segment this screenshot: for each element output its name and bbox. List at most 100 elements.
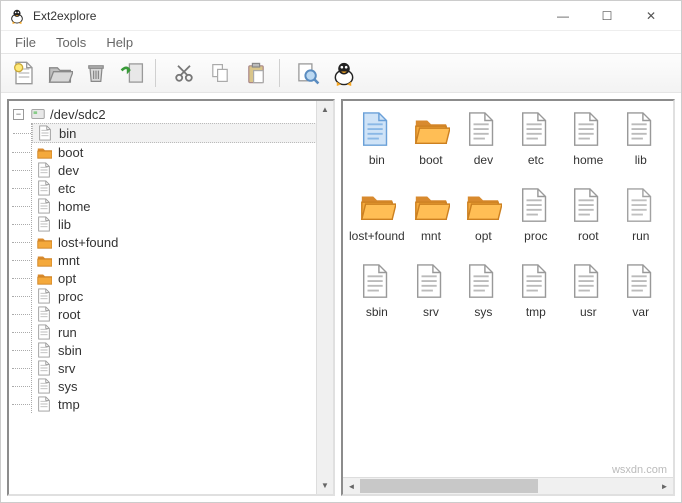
grid-item[interactable]: mnt bbox=[405, 185, 457, 259]
scroll-track[interactable] bbox=[317, 118, 333, 477]
directory-tree[interactable]: − /dev/sdc2 bin boot dev etchomeliblost+fou… bbox=[9, 101, 333, 494]
trash-icon bbox=[84, 61, 108, 85]
close-button[interactable]: ✕ bbox=[629, 1, 673, 31]
menu-file[interactable]: File bbox=[7, 33, 44, 52]
tree-item[interactable]: sys bbox=[32, 377, 331, 395]
new-button[interactable] bbox=[7, 56, 41, 90]
delete-button[interactable] bbox=[79, 56, 113, 90]
paste-icon bbox=[244, 61, 268, 85]
tree-item[interactable]: run bbox=[32, 323, 331, 341]
tree-item-label: root bbox=[58, 307, 80, 322]
grid-item[interactable]: opt bbox=[457, 185, 509, 259]
grid-item[interactable]: dev bbox=[457, 109, 509, 183]
tree-root-label: /dev/sdc2 bbox=[50, 107, 106, 122]
grid-item[interactable]: etc bbox=[510, 109, 562, 183]
file-icon bbox=[36, 162, 52, 178]
scroll-thumb[interactable] bbox=[360, 479, 538, 493]
grid-item[interactable]: srv bbox=[405, 261, 457, 335]
tree-item-label: run bbox=[58, 325, 77, 340]
tree-item[interactable]: etc bbox=[32, 179, 331, 197]
file-icon bbox=[36, 378, 52, 394]
grid-item-label: sys bbox=[474, 305, 492, 319]
scissors-icon bbox=[172, 61, 196, 85]
tree-item[interactable]: dev bbox=[32, 161, 331, 179]
tree-item-label: etc bbox=[58, 181, 75, 196]
maximize-button[interactable]: ☐ bbox=[585, 1, 629, 31]
scroll-up-arrow-icon[interactable]: ▲ bbox=[317, 101, 333, 118]
tree-item[interactable]: lost+found bbox=[32, 233, 331, 251]
grid-item[interactable]: sbin bbox=[349, 261, 405, 335]
grid-item[interactable]: sys bbox=[457, 261, 509, 335]
icon-grid[interactable]: bin boot dev etchome lib lost+found mnt opt proc… bbox=[343, 101, 673, 477]
tree-root[interactable]: − /dev/sdc2 bbox=[11, 105, 331, 123]
folder-icon bbox=[411, 109, 451, 151]
tree-item[interactable]: lib bbox=[32, 215, 331, 233]
grid-item-label: mnt bbox=[421, 229, 441, 243]
tree-item-label: tmp bbox=[58, 397, 80, 412]
folder-icon bbox=[36, 252, 52, 268]
tree-item-label: dev bbox=[58, 163, 79, 178]
tree-item[interactable]: tmp bbox=[32, 395, 331, 413]
tree-item[interactable]: root bbox=[32, 305, 331, 323]
collapse-icon[interactable]: − bbox=[13, 109, 24, 120]
tree-item[interactable]: mnt bbox=[32, 251, 331, 269]
tree-item-label: sbin bbox=[58, 343, 82, 358]
open-button[interactable] bbox=[43, 56, 77, 90]
scroll-right-arrow-icon[interactable]: ► bbox=[656, 478, 673, 494]
file-icon bbox=[37, 125, 53, 141]
tree-item[interactable]: boot bbox=[32, 143, 331, 161]
grid-item-label: tmp bbox=[526, 305, 546, 319]
scroll-left-arrow-icon[interactable]: ◄ bbox=[343, 478, 360, 494]
grid-item-label: bin bbox=[369, 153, 385, 167]
file-icon bbox=[357, 109, 397, 151]
folder-icon bbox=[463, 185, 503, 227]
tree-vertical-scrollbar[interactable]: ▲ ▼ bbox=[316, 101, 333, 494]
tree-item[interactable]: srv bbox=[32, 359, 331, 377]
about-button[interactable] bbox=[327, 56, 361, 90]
tree-item[interactable]: bin bbox=[32, 123, 331, 143]
tree-item-label: opt bbox=[58, 271, 76, 286]
cut-button[interactable] bbox=[167, 56, 201, 90]
grid-item-label: lib bbox=[635, 153, 647, 167]
grid-item[interactable]: bin bbox=[349, 109, 405, 183]
minimize-button[interactable]: — bbox=[541, 1, 585, 31]
tree-item[interactable]: opt bbox=[32, 269, 331, 287]
grid-item-label: opt bbox=[475, 229, 492, 243]
grid-item[interactable]: proc bbox=[510, 185, 562, 259]
grid-item-label: usr bbox=[580, 305, 597, 319]
grid-item[interactable]: usr bbox=[562, 261, 614, 335]
grid-item[interactable]: tmp bbox=[510, 261, 562, 335]
file-icon bbox=[36, 360, 52, 376]
paste-button[interactable] bbox=[239, 56, 273, 90]
grid-item[interactable]: home bbox=[562, 109, 614, 183]
file-icon bbox=[357, 261, 397, 303]
grid-item[interactable]: run bbox=[615, 185, 667, 259]
tree-item-label: bin bbox=[59, 126, 76, 141]
grid-item[interactable]: var bbox=[615, 261, 667, 335]
tux-icon bbox=[331, 60, 357, 86]
copy-button[interactable] bbox=[203, 56, 237, 90]
grid-item-label: dev bbox=[474, 153, 493, 167]
scroll-track[interactable] bbox=[360, 478, 656, 494]
file-icon bbox=[36, 396, 52, 412]
folder-icon bbox=[357, 185, 397, 227]
import-button[interactable] bbox=[115, 56, 149, 90]
tree-item[interactable]: proc bbox=[32, 287, 331, 305]
icon-pane: bin boot dev etchome lib lost+found mnt opt proc… bbox=[341, 99, 675, 496]
file-icon bbox=[568, 185, 608, 227]
tree-item[interactable]: sbin bbox=[32, 341, 331, 359]
search-button[interactable] bbox=[291, 56, 325, 90]
grid-item[interactable]: lib bbox=[615, 109, 667, 183]
tree-item-label: mnt bbox=[58, 253, 80, 268]
titlebar: Ext2explore — ☐ ✕ bbox=[1, 1, 681, 31]
folder-icon bbox=[411, 185, 451, 227]
scroll-down-arrow-icon[interactable]: ▼ bbox=[317, 477, 333, 494]
menu-help[interactable]: Help bbox=[98, 33, 141, 52]
grid-item-label: boot bbox=[419, 153, 442, 167]
grid-horizontal-scrollbar[interactable]: ◄ ► bbox=[343, 477, 673, 494]
grid-item[interactable]: lost+found bbox=[349, 185, 405, 259]
grid-item[interactable]: root bbox=[562, 185, 614, 259]
tree-item[interactable]: home bbox=[32, 197, 331, 215]
grid-item[interactable]: boot bbox=[405, 109, 457, 183]
menu-tools[interactable]: Tools bbox=[48, 33, 94, 52]
